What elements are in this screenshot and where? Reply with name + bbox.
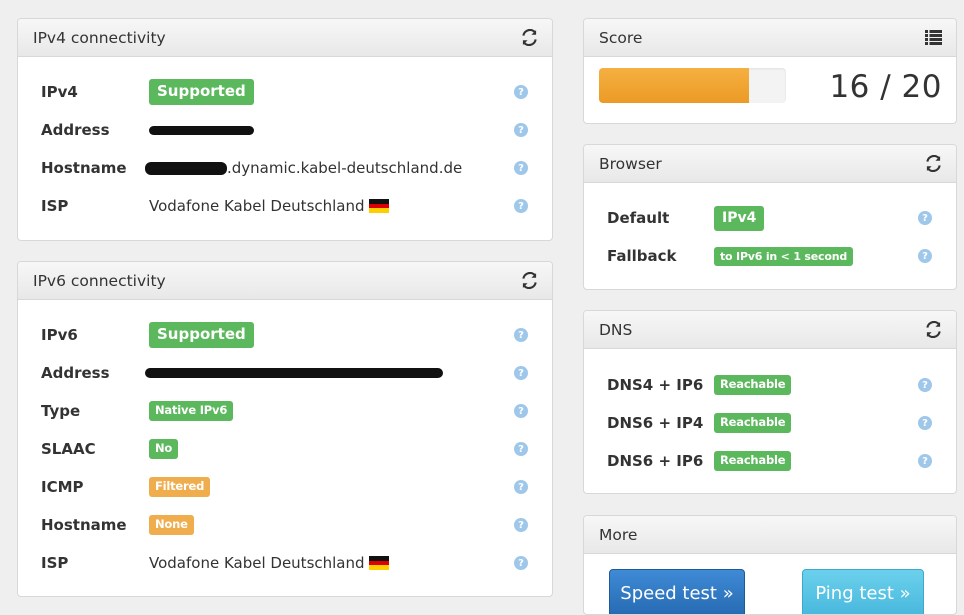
browser-panel-header: Browser xyxy=(584,145,956,183)
ipv6-row-slaac: SLAAC No ? xyxy=(18,434,552,464)
row-label: SLAAC xyxy=(41,440,96,458)
ipv4-panel: IPv4 connectivity IPv4 Supported ? Addre… xyxy=(17,18,553,241)
ipv6-row-isp: ISP Vodafone Kabel Deutschland ? xyxy=(18,548,552,578)
dns-row-dns4-ip6: DNS4 + IP6 Reachable ? xyxy=(584,370,956,400)
score-value: 16 / 20 xyxy=(829,69,942,105)
slaac-badge: No xyxy=(149,439,179,459)
ipv4-row-ipv4: IPv4 Supported ? xyxy=(18,77,552,107)
more-panel-header: More xyxy=(584,516,956,554)
row-label: IPv6 xyxy=(41,326,78,344)
help-icon[interactable]: ? xyxy=(918,378,932,392)
ipv6-row-type: Type Native IPv6 ? xyxy=(18,396,552,426)
ipv6-row-address: Address ? xyxy=(18,358,552,388)
row-label: ISP xyxy=(41,554,69,572)
fallback-badge: to IPv6 in < 1 second xyxy=(714,246,854,266)
reachable-badge: Reachable xyxy=(714,413,792,433)
ping-test-button[interactable]: Ping test » xyxy=(802,569,924,614)
status-badge: Supported xyxy=(149,79,254,105)
row-label: Type xyxy=(41,402,81,420)
refresh-icon[interactable] xyxy=(924,321,942,339)
germany-flag-icon xyxy=(368,556,389,570)
browser-row-fallback: Fallback to IPv6 in < 1 second ? xyxy=(584,241,956,271)
ipv6-panel: IPv6 connectivity IPv6 Supported ? Addre… xyxy=(17,261,553,597)
help-icon[interactable]: ? xyxy=(918,249,932,263)
redacted-address xyxy=(149,125,254,135)
reachable-badge: Reachable xyxy=(714,451,792,471)
reachable-badge: Reachable xyxy=(714,375,792,395)
panel-title: Browser xyxy=(599,154,662,173)
help-icon[interactable]: ? xyxy=(514,556,528,570)
browser-row-default: Default IPv4 ? xyxy=(584,203,956,233)
help-icon[interactable]: ? xyxy=(514,442,528,456)
panel-title: IPv4 connectivity xyxy=(33,28,166,47)
refresh-icon[interactable] xyxy=(924,155,942,173)
panel-title: More xyxy=(599,525,638,544)
row-label: Address xyxy=(41,364,110,382)
help-icon[interactable]: ? xyxy=(514,366,528,380)
help-icon[interactable]: ? xyxy=(918,416,932,430)
panel-title: Score xyxy=(599,28,643,47)
dns-panel: DNS DNS4 + IP6 Reachable ? DNS6 + IP4 Re… xyxy=(583,310,957,494)
row-label: ISP xyxy=(41,197,69,215)
row-label: Hostname xyxy=(41,516,127,534)
help-icon[interactable]: ? xyxy=(514,404,528,418)
row-label: Default xyxy=(607,209,670,227)
ipv4-row-isp: ISP Vodafone Kabel Deutschland ? xyxy=(18,191,552,221)
score-progress-bar xyxy=(599,68,786,103)
default-badge: IPv4 xyxy=(714,205,765,231)
score-panel-header: Score xyxy=(584,19,956,57)
ipv6-panel-header: IPv6 connectivity xyxy=(18,262,552,300)
ipv4-panel-header: IPv4 connectivity xyxy=(18,19,552,57)
row-label: DNS6 + IP4 xyxy=(607,414,704,432)
ipv6-row-hostname: Hostname None ? xyxy=(18,510,552,540)
row-label: Address xyxy=(41,121,110,139)
icmp-badge: Filtered xyxy=(149,477,211,497)
row-label: DNS6 + IP6 xyxy=(607,452,704,470)
more-panel: More Speed test » Ping test » xyxy=(583,515,957,615)
speed-test-button[interactable]: Speed test » xyxy=(609,569,745,614)
isp-name: Vodafone Kabel Deutschland xyxy=(149,197,365,215)
row-label: IPv4 xyxy=(41,83,78,101)
row-label: DNS4 + IP6 xyxy=(607,376,704,394)
ipv6-row-ipv6: IPv6 Supported ? xyxy=(18,320,552,350)
score-panel: Score 16 / 20 xyxy=(583,18,957,124)
row-label: ICMP xyxy=(41,478,84,496)
row-label: Hostname xyxy=(41,159,127,177)
help-icon[interactable]: ? xyxy=(514,161,528,175)
redacted-address xyxy=(145,368,443,378)
help-icon[interactable]: ? xyxy=(514,480,528,494)
refresh-icon[interactable] xyxy=(520,29,538,47)
dns-panel-header: DNS xyxy=(584,311,956,349)
help-icon[interactable]: ? xyxy=(514,518,528,532)
help-icon[interactable]: ? xyxy=(918,211,932,225)
help-icon[interactable]: ? xyxy=(514,123,528,137)
help-icon[interactable]: ? xyxy=(514,85,528,99)
row-label: Fallback xyxy=(607,247,677,265)
help-icon[interactable]: ? xyxy=(514,328,528,342)
panel-title: DNS xyxy=(599,320,633,339)
panel-title: IPv6 connectivity xyxy=(33,271,166,290)
score-progress-fill xyxy=(599,68,749,103)
type-badge: Native IPv6 xyxy=(149,401,234,421)
browser-panel: Browser Default IPv4 ? Fallback to IPv6 … xyxy=(583,144,957,290)
germany-flag-icon xyxy=(368,199,389,213)
ipv6-row-icmp: ICMP Filtered ? xyxy=(18,472,552,502)
redacted-hostname xyxy=(145,161,227,175)
dns-row-dns6-ip6: DNS6 + IP6 Reachable ? xyxy=(584,446,956,476)
hostname-badge: None xyxy=(149,515,194,535)
dns-row-dns6-ip4: DNS6 + IP4 Reachable ? xyxy=(584,408,956,438)
help-icon[interactable]: ? xyxy=(514,199,528,213)
ipv4-row-address: Address ? xyxy=(18,115,552,145)
refresh-icon[interactable] xyxy=(520,272,538,290)
ipv4-row-hostname: Hostname .dynamic.kabel-deutschland.de ? xyxy=(18,153,552,183)
status-badge: Supported xyxy=(149,322,254,348)
list-icon[interactable] xyxy=(924,29,942,47)
help-icon[interactable]: ? xyxy=(918,454,932,468)
isp-name: Vodafone Kabel Deutschland xyxy=(149,554,365,572)
hostname-suffix: .dynamic.kabel-deutschland.de xyxy=(227,159,463,177)
